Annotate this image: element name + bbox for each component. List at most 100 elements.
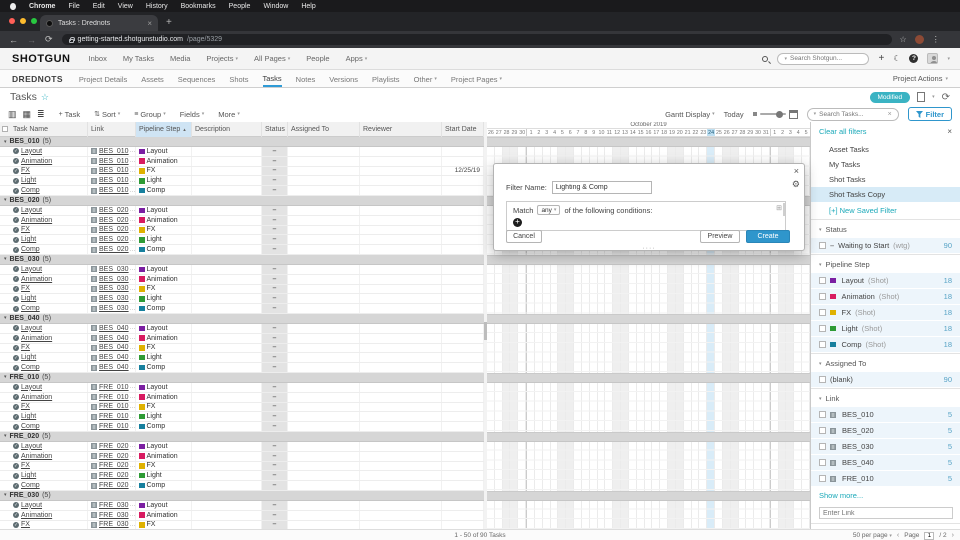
- browser-menu-icon[interactable]: ⋮: [932, 35, 940, 44]
- table-row[interactable]: ✓ Comp BES_020… Comp –: [0, 245, 484, 255]
- table-row[interactable]: ✓ FX FRE_030… FX –: [0, 520, 484, 529]
- group-header-row[interactable]: ▾ FRE_020 (5): [0, 431, 484, 442]
- shot-link[interactable]: BES_020: [99, 207, 129, 214]
- section-header-assigned-to[interactable]: ▾ Assigned To: [811, 353, 960, 372]
- task-name-link[interactable]: Layout: [21, 502, 42, 509]
- filter-row-animation[interactable]: Animation (Shot) 18: [811, 289, 960, 305]
- section-header-status[interactable]: ▾ Status: [811, 219, 960, 238]
- group-header-row[interactable]: ▾ BES_040 (5): [0, 313, 484, 324]
- nav-inbox[interactable]: Inbox: [89, 54, 107, 63]
- shot-link[interactable]: BES_020: [99, 217, 129, 224]
- task-search[interactable]: ▾ ×: [806, 107, 899, 121]
- filter-row-fx[interactable]: FX (Shot) 18: [811, 305, 960, 321]
- table-row[interactable]: ✓ Layout FRE_030… Layout –: [0, 500, 484, 511]
- waiting-to-start-icon[interactable]: –: [273, 443, 277, 450]
- shot-link[interactable]: BES_010: [99, 167, 129, 174]
- table-row[interactable]: ✓ Layout BES_030… Layout –: [0, 264, 484, 275]
- slider-knob[interactable]: [775, 110, 783, 118]
- new-tab-button[interactable]: +: [166, 18, 172, 28]
- task-name-link[interactable]: Animation: [21, 512, 52, 519]
- column-header-status[interactable]: Status: [262, 122, 288, 137]
- tab-versions[interactable]: Versions: [329, 70, 358, 87]
- menu-chrome[interactable]: Chrome: [29, 3, 55, 10]
- tab-close-icon[interactable]: ×: [147, 19, 152, 28]
- waiting-to-start-icon[interactable]: –: [273, 423, 277, 430]
- filter-button[interactable]: Filter: [907, 107, 952, 121]
- table-row[interactable]: ✓ Animation BES_020… Animation –: [0, 215, 484, 226]
- task-name-link[interactable]: Animation: [21, 158, 52, 165]
- section-header-my-task-filters[interactable]: ▾My Task Filters+: [811, 523, 960, 529]
- task-name-link[interactable]: Animation: [21, 217, 52, 224]
- table-row[interactable]: ✓ Light BES_020… Light –: [0, 235, 484, 246]
- table-row[interactable]: ✓ Layout FRE_020… Layout –: [0, 441, 484, 452]
- section-header-link[interactable]: ▾ Link: [811, 388, 960, 407]
- shot-link[interactable]: BES_040: [99, 354, 129, 361]
- waiting-to-start-icon[interactable]: –: [273, 384, 277, 391]
- saved-filter-shot-tasks-copy[interactable]: Shot Tasks Copy: [811, 187, 960, 202]
- gantt-display-button[interactable]: Gantt Display ▾: [665, 110, 715, 119]
- checkbox[interactable]: [819, 443, 826, 450]
- list-view-icon[interactable]: ▥: [8, 109, 17, 120]
- column-header-link[interactable]: Link: [88, 122, 136, 137]
- column-header-task-name[interactable]: Task Name: [10, 122, 88, 137]
- page-number-input[interactable]: [924, 531, 935, 540]
- enter-link-input[interactable]: [819, 507, 953, 519]
- app-logo[interactable]: SHOTGUN: [12, 53, 71, 65]
- address-bar[interactable]: getting-started.shotgunstudio.com /page/…: [61, 34, 892, 45]
- task-name-link[interactable]: FX: [21, 285, 30, 292]
- filter-row-light[interactable]: Light (Shot) 18: [811, 321, 960, 337]
- project-name[interactable]: DREDNOTS: [12, 74, 63, 84]
- task-name-link[interactable]: Layout: [21, 207, 42, 214]
- waiting-to-start-icon[interactable]: –: [273, 472, 277, 479]
- add-task-button[interactable]: + Task: [59, 110, 81, 119]
- table-row[interactable]: ✓ FX FRE_010… FX –: [0, 402, 484, 413]
- shot-link[interactable]: BES_010: [99, 148, 129, 155]
- filter-row--blank-[interactable]: (blank) 90: [811, 372, 960, 388]
- saved-filter-asset-tasks[interactable]: Asset Tasks: [811, 142, 960, 157]
- group-header-row[interactable]: ▾ FRE_030 (5): [0, 490, 484, 501]
- filter-row-bes-030[interactable]: BES_030 5: [811, 439, 960, 455]
- table-row[interactable]: ✓ Layout BES_020… Layout –: [0, 205, 484, 216]
- shot-link[interactable]: FRE_020: [99, 443, 129, 450]
- table-row[interactable]: ✓ Layout FRE_010… Layout –: [0, 382, 484, 393]
- task-name-link[interactable]: FX: [21, 403, 30, 410]
- conditions-scrollbar[interactable]: [782, 203, 785, 216]
- sort-button[interactable]: ⇅ Sort ▾: [94, 110, 120, 119]
- shot-link[interactable]: FRE_020: [99, 472, 129, 479]
- checkbox[interactable]: [819, 411, 826, 418]
- waiting-to-start-icon[interactable]: –: [273, 187, 277, 194]
- task-name-link[interactable]: Comp: [21, 482, 40, 489]
- task-name-link[interactable]: Animation: [21, 276, 52, 283]
- close-panel-icon[interactable]: ×: [947, 127, 952, 136]
- task-name-link[interactable]: FX: [21, 344, 30, 351]
- task-name-link[interactable]: Layout: [21, 443, 42, 450]
- task-name-link[interactable]: Comp: [21, 187, 40, 194]
- table-row[interactable]: ✓ Comp FRE_010… Comp –: [0, 422, 484, 432]
- shot-link[interactable]: BES_030: [99, 266, 129, 273]
- checkbox[interactable]: [819, 427, 826, 434]
- tab-tasks[interactable]: Tasks: [262, 70, 282, 87]
- shot-link[interactable]: BES_030: [99, 305, 129, 312]
- shot-link[interactable]: FRE_020: [99, 453, 129, 460]
- thumbnail-view-icon[interactable]: ▦: [23, 109, 32, 120]
- waiting-to-start-icon[interactable]: –: [273, 462, 277, 469]
- checkbox[interactable]: [819, 293, 826, 300]
- page-settings-icon[interactable]: [917, 92, 926, 102]
- waiting-to-start-icon[interactable]: –: [273, 403, 277, 410]
- preview-button[interactable]: Preview: [700, 230, 740, 243]
- task-name-link[interactable]: Animation: [21, 335, 52, 342]
- clear-search-icon[interactable]: ×: [888, 111, 892, 118]
- shot-link[interactable]: BES_030: [99, 295, 129, 302]
- chevron-down-icon[interactable]: ▾: [947, 56, 950, 62]
- back-icon[interactable]: ←: [9, 35, 18, 45]
- waiting-to-start-icon[interactable]: –: [273, 512, 277, 519]
- moon-icon[interactable]: ☾: [893, 54, 900, 63]
- shot-link[interactable]: BES_040: [99, 364, 129, 371]
- checkbox[interactable]: [819, 341, 826, 348]
- new-saved-filter-link[interactable]: [+] New Saved Filter: [811, 202, 960, 219]
- shot-link[interactable]: BES_020: [99, 246, 129, 253]
- close-icon[interactable]: ×: [794, 166, 799, 176]
- table-row[interactable]: ✓ FX BES_020… FX –: [0, 225, 484, 236]
- table-row[interactable]: ✓ Animation FRE_020… Animation –: [0, 451, 484, 462]
- table-row[interactable]: ✓ FX BES_030… FX –: [0, 284, 484, 295]
